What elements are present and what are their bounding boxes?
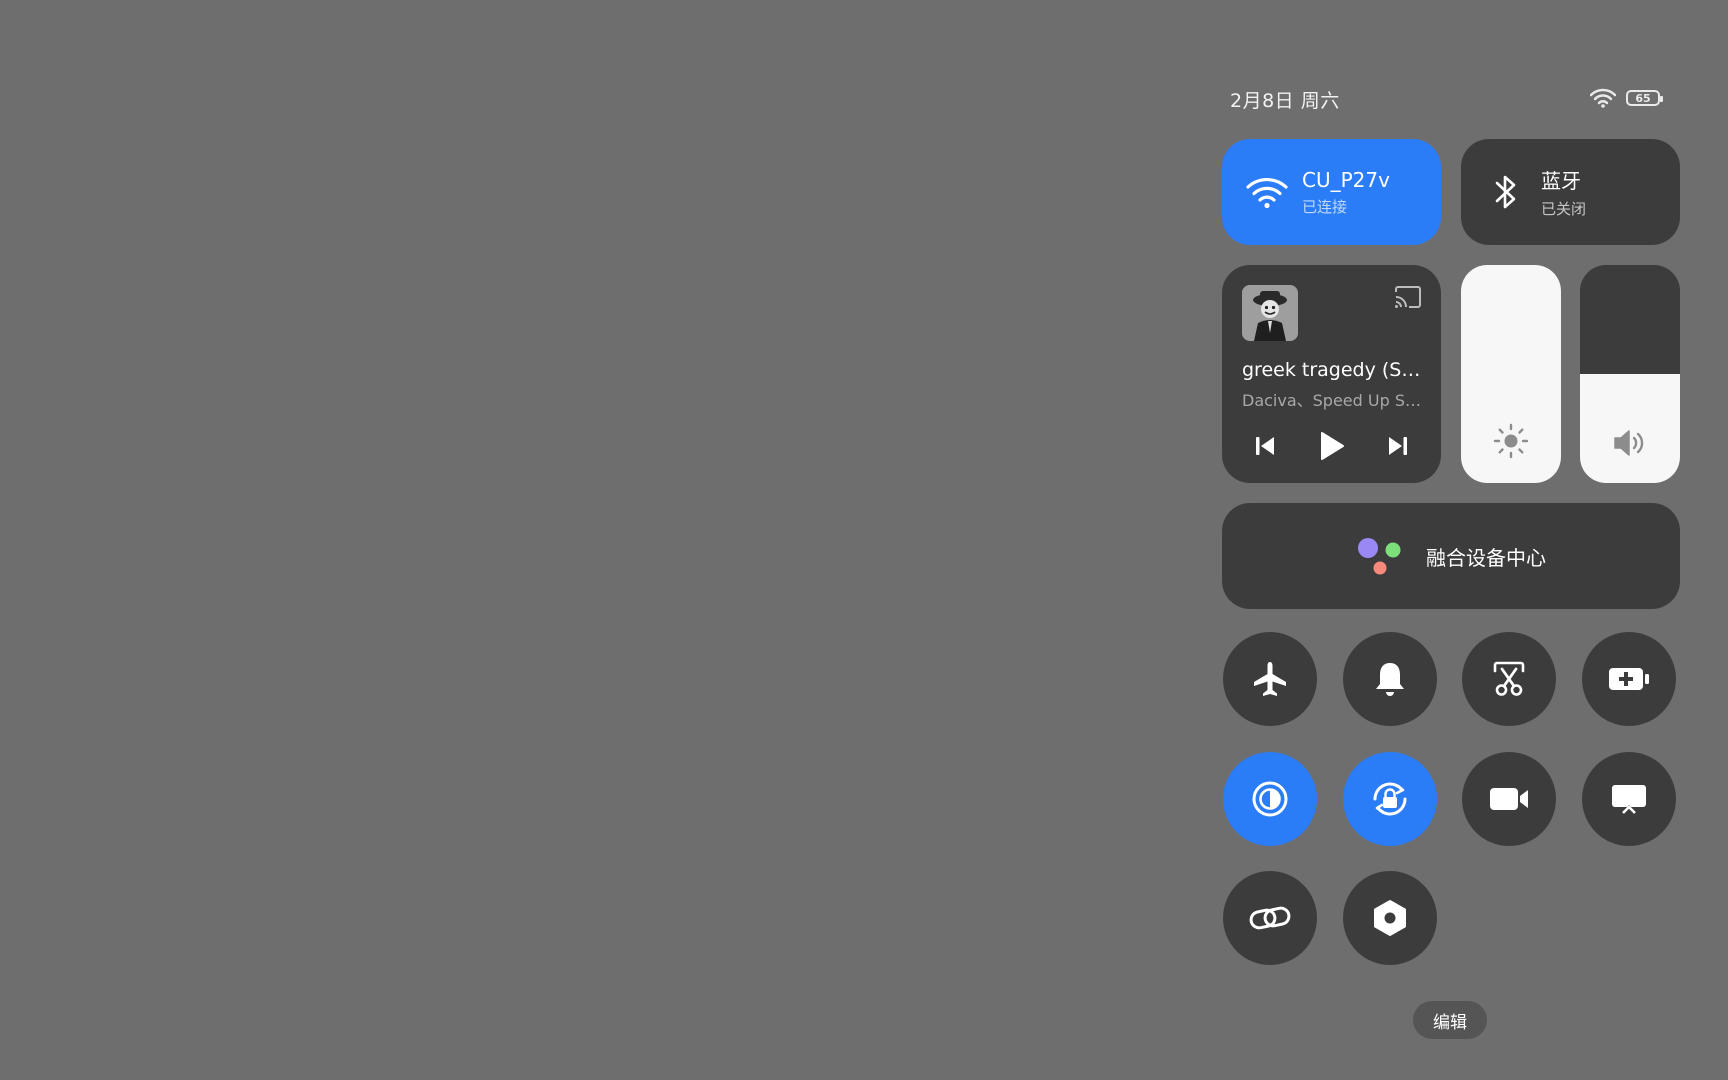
ring-mode-toggle[interactable] [1343, 632, 1437, 726]
wifi-tile[interactable]: CU_P27v 已连接 [1222, 139, 1441, 245]
scissors-icon [1493, 661, 1525, 696]
wifi-status: 已连接 [1302, 197, 1348, 216]
status-icons: 65 [1590, 88, 1663, 108]
song-artist: Daciva、Speed Up Songs [1242, 391, 1422, 410]
rotation-lock-icon [1373, 782, 1407, 816]
battery-saver-toggle[interactable] [1582, 632, 1676, 726]
settings-toggle[interactable] [1343, 871, 1437, 965]
bluetooth-icon [1495, 175, 1516, 209]
play-icon[interactable] [1319, 431, 1345, 461]
screen-record-toggle[interactable] [1462, 752, 1556, 846]
bluetooth-text: 蓝牙 已关闭 [1541, 165, 1586, 219]
video-camera-icon [1490, 788, 1528, 810]
link-share-toggle[interactable] [1223, 871, 1317, 965]
fusion-device-center-tile[interactable]: 融合设备中心 [1222, 503, 1680, 609]
airplane-icon [1254, 662, 1286, 696]
battery-plus-icon [1609, 668, 1649, 690]
wifi-status-icon [1590, 88, 1616, 108]
bluetooth-label: 蓝牙 [1541, 169, 1581, 193]
media-player-tile[interactable]: greek tragedy (Sped Up) Daciva、Speed Up … [1222, 265, 1441, 483]
bell-icon [1376, 663, 1404, 696]
wifi-icon [1246, 177, 1288, 209]
bluetooth-status: 已关闭 [1541, 200, 1587, 218]
fusion-device-center-label: 融合设备中心 [1426, 545, 1546, 570]
screenshot-toggle[interactable] [1462, 632, 1556, 726]
wifi-text: CU_P27v 已连接 [1302, 168, 1390, 217]
cast-icon[interactable] [1393, 285, 1423, 309]
media-controls [1242, 431, 1421, 461]
wifi-network-name: CU_P27v [1302, 167, 1390, 192]
hex-nut-icon [1374, 900, 1406, 936]
brightness-slider[interactable] [1461, 265, 1561, 483]
battery-icon: 65 [1626, 90, 1663, 106]
album-art [1242, 285, 1298, 341]
screen-cast-toggle[interactable] [1582, 752, 1676, 846]
edit-button[interactable]: 编辑 [1413, 1001, 1487, 1039]
rotation-lock-toggle[interactable] [1343, 752, 1437, 846]
fusion-devices-icon [1358, 538, 1401, 575]
airplane-mode-toggle[interactable] [1223, 632, 1317, 726]
link-icon [1249, 906, 1291, 930]
volume-slider[interactable] [1580, 265, 1680, 483]
previous-track-icon[interactable] [1254, 434, 1276, 458]
dark-mode-toggle[interactable] [1223, 752, 1317, 846]
song-title: greek tragedy (Sped Up) [1242, 359, 1422, 381]
date-label: 2月8日 周六 [1230, 90, 1340, 112]
cast-screen-icon [1612, 785, 1646, 814]
bluetooth-tile[interactable]: 蓝牙 已关闭 [1461, 139, 1680, 245]
brightness-icon [1493, 423, 1529, 459]
contrast-icon [1252, 781, 1288, 817]
volume-icon [1614, 430, 1644, 456]
next-track-icon[interactable] [1387, 434, 1409, 458]
